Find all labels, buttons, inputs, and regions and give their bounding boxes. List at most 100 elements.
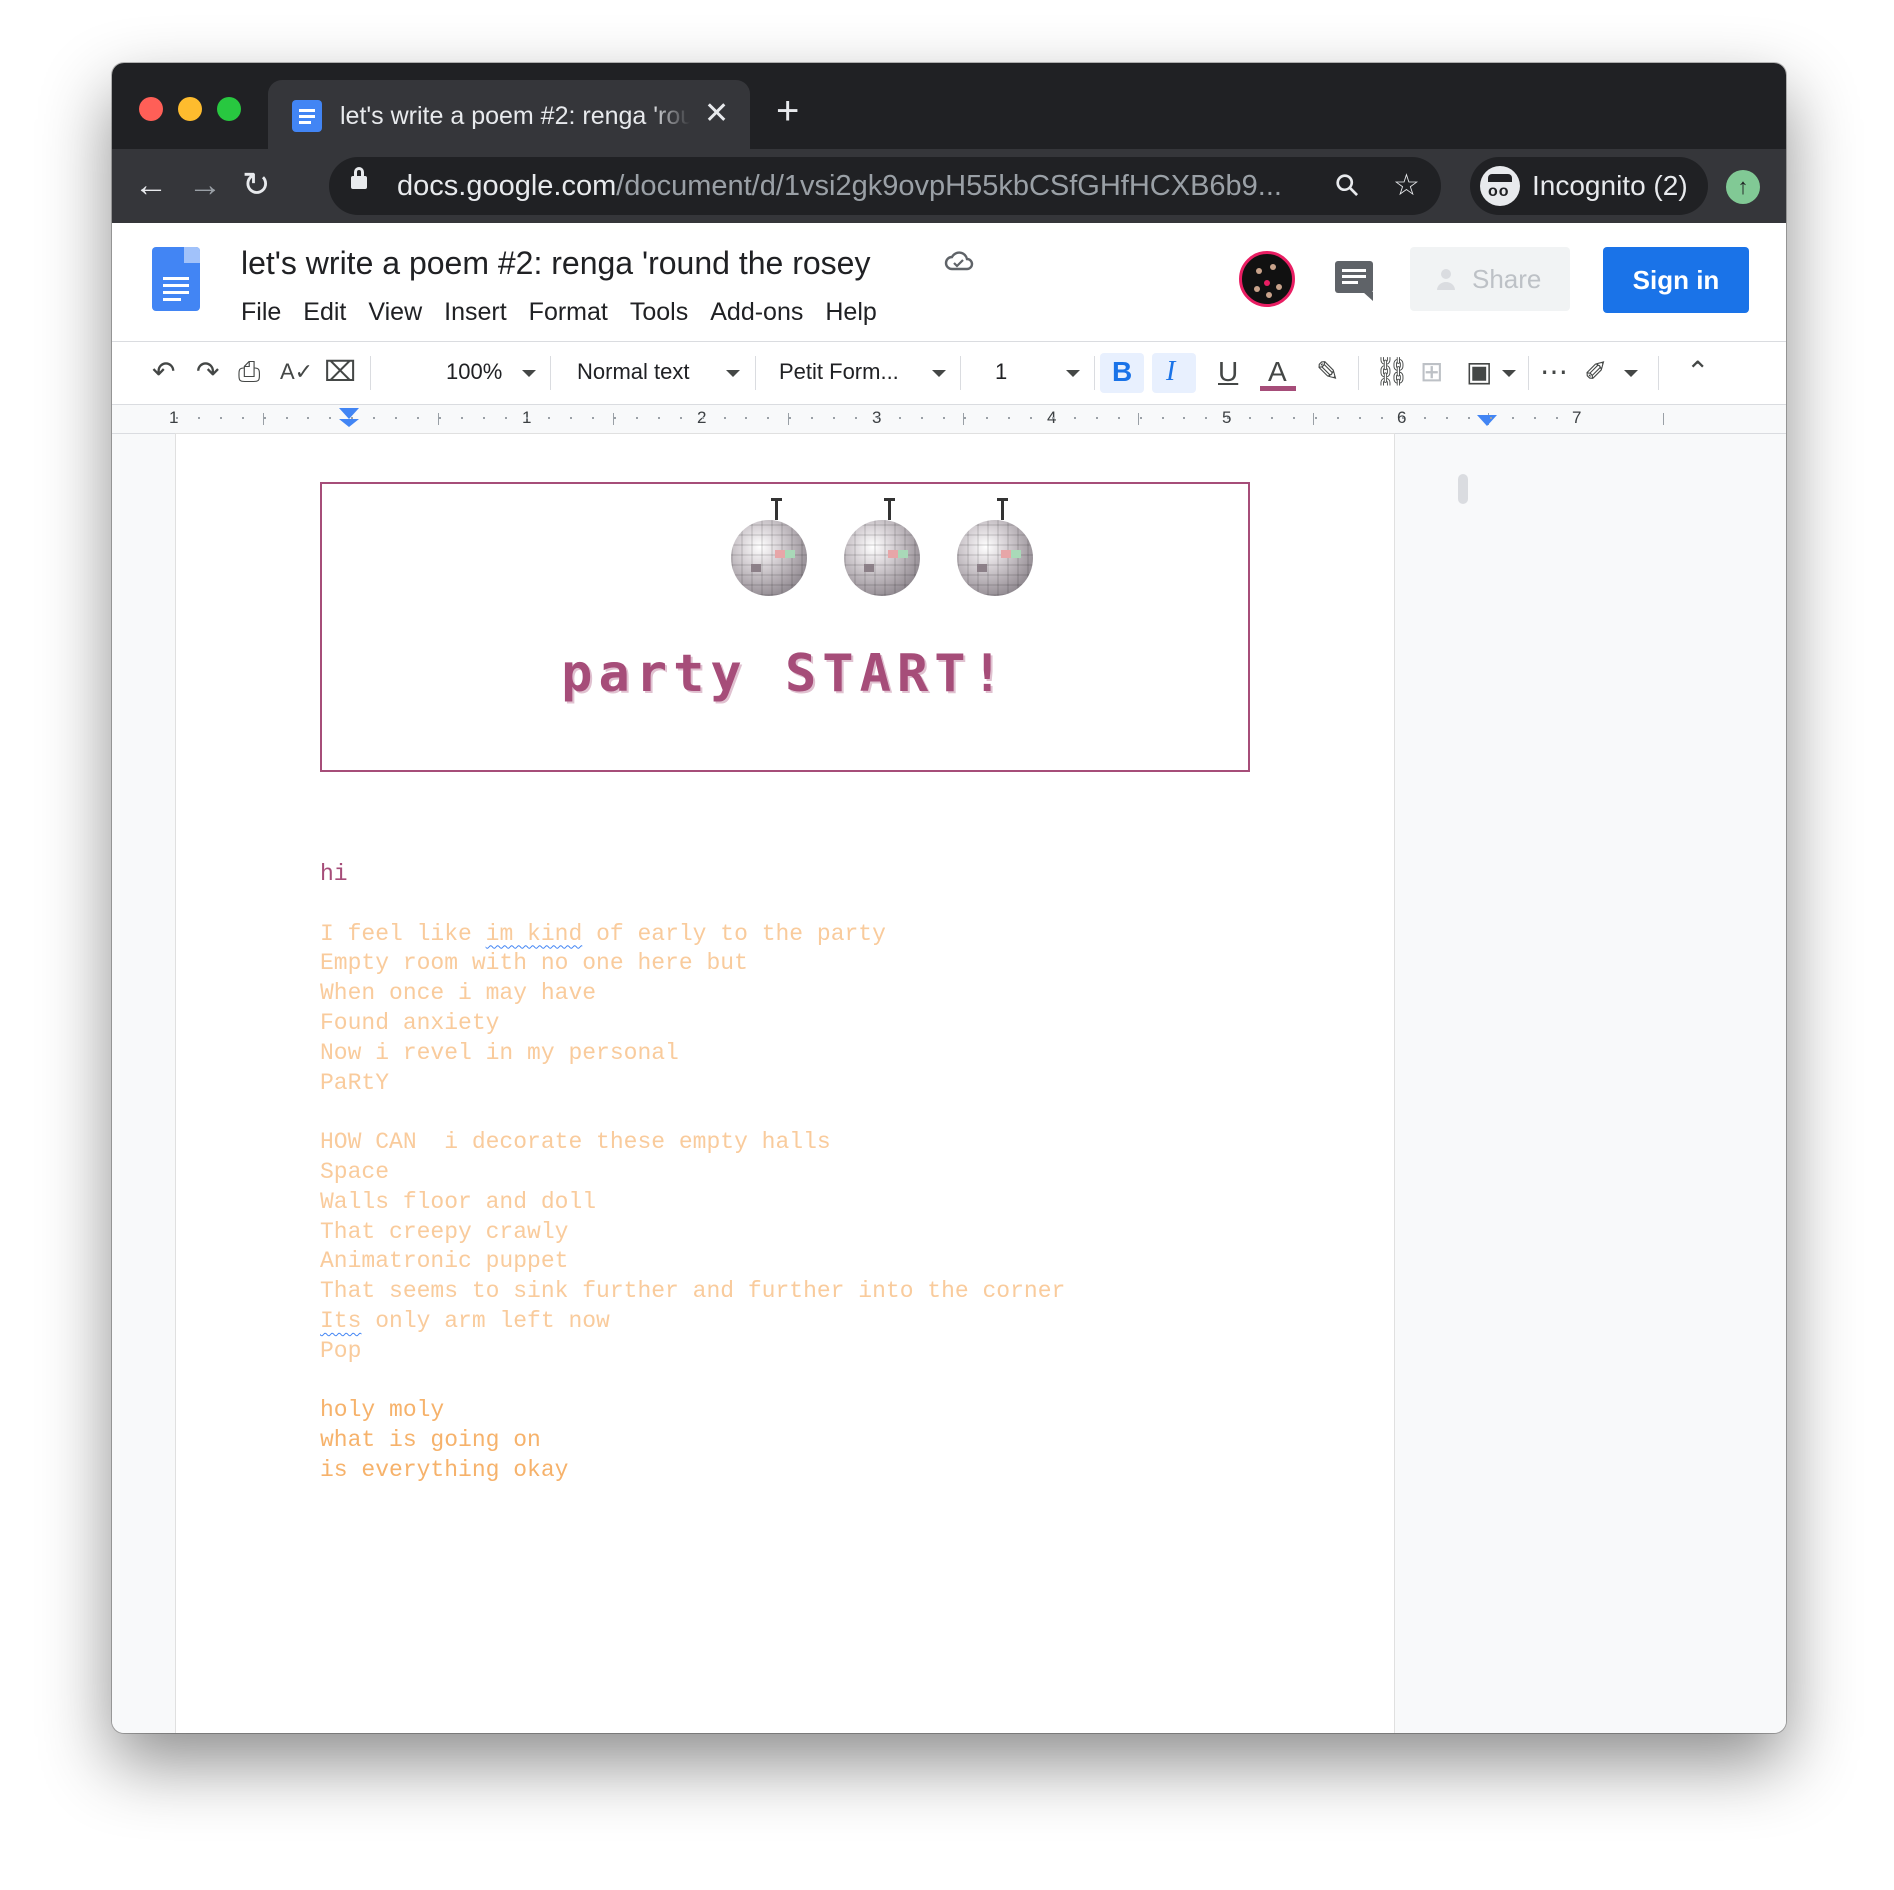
ruler-dot (1446, 417, 1449, 419)
spelling-error[interactable]: im kind (486, 921, 583, 947)
menu-insert[interactable]: Insert (444, 295, 507, 329)
browser-tab[interactable]: let's write a poem #2: renga 'round the … (268, 80, 750, 149)
poem-line: Found anxiety (320, 1009, 500, 1036)
menu-edit[interactable]: Edit (303, 295, 346, 329)
redo-icon[interactable]: ↷ (196, 354, 219, 390)
chevron-down-icon[interactable] (932, 370, 946, 377)
spellcheck-icon[interactable]: A✓ (280, 354, 313, 390)
vertical-scrollbar[interactable] (1458, 474, 1468, 504)
disco-ball-icon (844, 520, 920, 596)
italic-button[interactable]: I (1166, 354, 1175, 390)
document-title[interactable]: let's write a poem #2: renga 'round the … (241, 243, 870, 283)
incognito-label: Incognito (2) (1532, 170, 1688, 201)
spelling-error[interactable]: Its (320, 1308, 361, 1334)
ruler-dot (1052, 417, 1054, 419)
ruler-dot (241, 417, 244, 419)
bold-button[interactable]: B (1112, 354, 1132, 390)
paint-format-icon[interactable]: ⌧ (324, 354, 356, 390)
ruler-dot (460, 417, 463, 419)
menu-format[interactable]: Format (529, 295, 608, 329)
underline-button[interactable]: U (1218, 354, 1238, 390)
link-icon[interactable]: ⛓ (1374, 354, 1410, 390)
font-select[interactable]: Petit Form... (779, 355, 899, 389)
new-tab-button[interactable]: + (776, 91, 799, 131)
ruler-dot (635, 417, 638, 419)
ruler-dot (263, 417, 266, 419)
editing-mode-icon[interactable]: ✐ (1584, 354, 1607, 390)
ruler-dot (395, 417, 397, 419)
reload-icon[interactable]: ↻ (242, 165, 271, 205)
document-page[interactable]: party START! hi I feel like im kind of e… (176, 434, 1394, 1733)
ruler-dot (570, 417, 573, 419)
ruler-dot (1139, 417, 1142, 419)
ruler-dot (723, 417, 726, 419)
zoom-select[interactable]: 100% (446, 355, 502, 389)
party-banner: party START! (320, 482, 1250, 772)
ruler-dot (920, 417, 923, 419)
chevron-down-icon[interactable] (522, 370, 536, 377)
chevron-down-icon[interactable] (726, 370, 740, 377)
close-tab-icon[interactable]: ✕ (704, 98, 729, 130)
poem-line: When once i may have (320, 980, 597, 1007)
share-button[interactable]: Share (1410, 247, 1570, 311)
update-icon[interactable]: ↑ (1726, 170, 1760, 204)
menu-tools[interactable]: Tools (630, 295, 688, 329)
collapse-toolbar-icon[interactable]: ⌃ (1686, 354, 1709, 390)
chevron-down-icon[interactable] (1066, 370, 1080, 377)
insert-image-icon[interactable]: ▣ (1466, 354, 1492, 390)
cloud-status-icon[interactable] (944, 249, 974, 273)
text-color-swatch (1260, 386, 1296, 391)
right-indent-marker[interactable] (1477, 415, 1497, 426)
forward-arrow-icon[interactable]: → (188, 165, 222, 205)
ruler-dot (548, 417, 551, 419)
menu-help[interactable]: Help (825, 295, 876, 329)
star-icon[interactable]: ☆ (1393, 169, 1420, 203)
ruler-dot (526, 417, 529, 419)
highlight-icon[interactable]: ✎ (1316, 354, 1339, 390)
chain-icon (997, 498, 1008, 520)
toolbar-divider (1658, 356, 1659, 390)
add-comment-icon[interactable]: ⊞ (1420, 354, 1443, 390)
ruler-dot (592, 417, 595, 419)
avatar[interactable] (1239, 251, 1295, 307)
zoom-icon[interactable]: ⚲ (1328, 166, 1368, 206)
ruler-tick (613, 413, 614, 425)
print-icon[interactable]: ⎙ (238, 354, 260, 390)
toolbar-divider (1528, 356, 1529, 390)
person-icon (1437, 269, 1455, 290)
ruler-dot (1292, 417, 1295, 419)
font-size-select[interactable]: 1 (995, 355, 1007, 389)
ruler-dot (1511, 417, 1514, 419)
undo-icon[interactable]: ↶ (152, 354, 175, 390)
maximize-window-button[interactable] (217, 97, 241, 121)
menu-view[interactable]: View (368, 295, 422, 329)
left-indent-marker[interactable] (339, 408, 359, 419)
menu-file[interactable]: File (241, 295, 281, 329)
docs-logo-icon[interactable] (152, 247, 200, 311)
comments-icon[interactable] (1335, 261, 1373, 301)
chevron-down-icon[interactable] (1624, 370, 1638, 377)
poem-line: Now i revel in my personal (320, 1039, 679, 1066)
poem-line: PaRtY (320, 1069, 390, 1096)
ruler-dot (1336, 417, 1339, 419)
more-options-icon[interactable]: ⋯ (1540, 354, 1568, 390)
ruler-dot (1008, 417, 1011, 419)
ruler-dot (876, 417, 879, 419)
chevron-down-icon[interactable] (1502, 370, 1516, 377)
incognito-icon (1480, 166, 1520, 206)
chain-icon (884, 498, 895, 520)
incognito-profile-button[interactable]: Incognito (2) (1470, 157, 1708, 215)
minimize-window-button[interactable] (178, 97, 202, 121)
back-arrow-icon[interactable]: ← (134, 165, 168, 205)
address-bar[interactable]: docs.google.com/document/d/1vsi2gk9ovpH5… (329, 157, 1441, 215)
chain-icon (771, 498, 782, 520)
url-text[interactable]: docs.google.com/document/d/1vsi2gk9ovpH5… (397, 170, 1282, 202)
tab-title: let's write a poem #2: renga 'round the … (340, 100, 690, 132)
style-select[interactable]: Normal text (577, 355, 689, 389)
close-window-button[interactable] (139, 97, 163, 121)
poem-text[interactable]: hi I feel like im kind of early to the p… (320, 860, 1320, 1486)
first-line-indent-marker[interactable] (339, 419, 359, 427)
text-color-icon[interactable]: A (1268, 354, 1287, 390)
sign-in-button[interactable]: Sign in (1603, 247, 1749, 313)
menu-addons[interactable]: Add-ons (710, 295, 803, 329)
